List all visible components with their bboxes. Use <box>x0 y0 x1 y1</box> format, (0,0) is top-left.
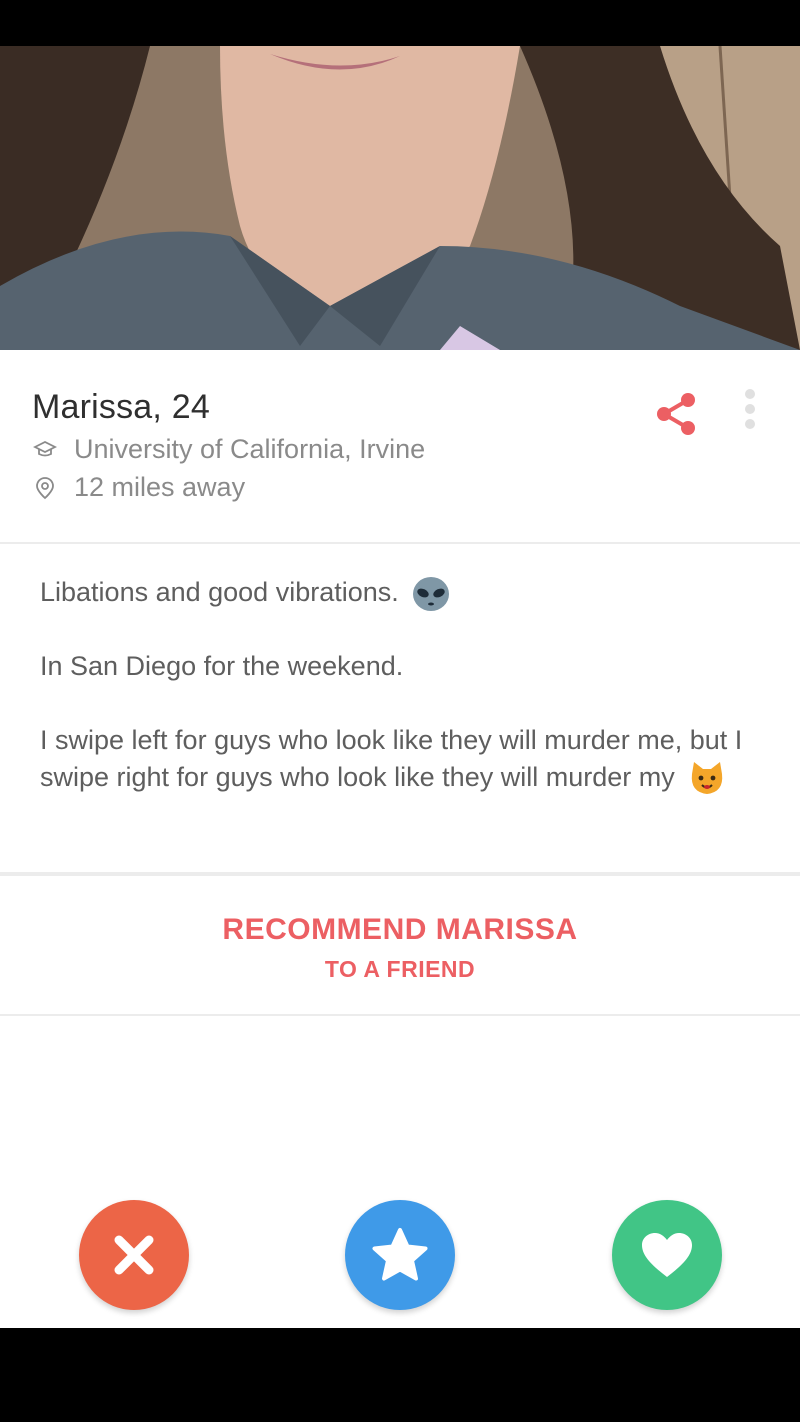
more-options-button[interactable] <box>738 388 762 434</box>
bio-line-3: I swipe left for guys who look like they… <box>40 722 760 798</box>
profile-card: Marissa, 24 University of California, Ir… <box>0 350 800 1328</box>
profile-photo[interactable] <box>0 46 800 350</box>
super-like-button[interactable] <box>345 1200 455 1310</box>
bio-line-2: In San Diego for the weekend. <box>40 651 404 681</box>
cat-emoji-icon <box>692 761 723 794</box>
like-button[interactable] <box>612 1200 722 1310</box>
profile-info-section: Marissa, 24 University of California, Ir… <box>0 350 800 544</box>
star-icon <box>372 1228 428 1281</box>
recommend-to-friend-button[interactable]: RECOMMEND MARISSA TO A FRIEND <box>0 876 800 1016</box>
share-icon <box>657 393 695 435</box>
bio-line-1: Libations and good vibrations. <box>40 574 760 613</box>
recommend-label-line-1: RECOMMEND MARISSA <box>222 913 578 946</box>
school-row: University of California, Irvine <box>32 434 425 465</box>
school-label: University of California, Irvine <box>74 434 426 464</box>
profile-photo-image <box>0 46 800 350</box>
alien-emoji-icon <box>413 576 450 611</box>
navigation-bar <box>0 1328 800 1422</box>
recommend-label-line-2: TO A FRIEND <box>324 956 476 982</box>
distance-label: 12 miles away <box>74 472 246 502</box>
close-icon <box>114 1235 154 1275</box>
nope-button[interactable] <box>79 1200 189 1310</box>
more-vertical-icon <box>745 389 755 429</box>
bio-line-3-text: I swipe left for guys who look like they… <box>40 725 743 792</box>
bio-section: Libations and good vibrations. In San Di… <box>0 544 800 876</box>
profile-name-age: Marissa, 24 <box>32 388 210 426</box>
location-pin-icon <box>32 475 58 501</box>
graduation-cap-icon <box>32 437 58 463</box>
distance-row: 12 miles away <box>32 472 245 503</box>
heart-icon <box>642 1233 692 1277</box>
share-button[interactable] <box>650 388 702 440</box>
bio-line-1-text: Libations and good vibrations. <box>40 577 399 607</box>
app-screen: Marissa, 24 University of California, Ir… <box>0 0 800 1422</box>
